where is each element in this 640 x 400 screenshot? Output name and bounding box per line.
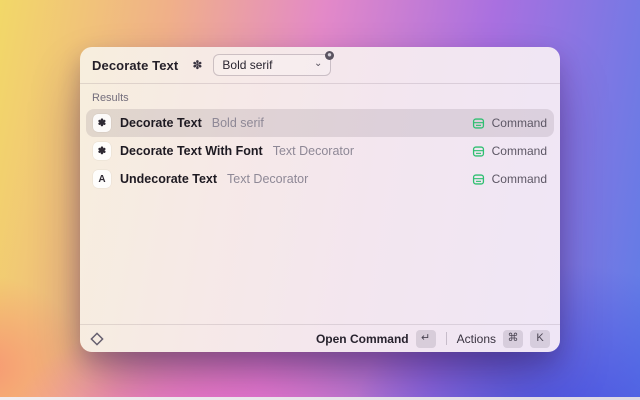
result-title: Decorate Text With Font: [120, 144, 263, 158]
result-accessory: Command: [472, 116, 547, 130]
text-decorator-extension-icon: ✽: [93, 114, 111, 132]
command-type-icon: [472, 173, 484, 185]
return-key-icon: ↵: [415, 329, 436, 348]
open-command-button[interactable]: Open Command: [316, 332, 409, 346]
command-key-icon: ⌘: [503, 329, 523, 348]
command-type-icon: [472, 117, 484, 129]
results-section-label: Results: [92, 92, 129, 104]
info-badge-icon: [325, 51, 335, 60]
text-decorator-extension-icon: ✽: [192, 58, 203, 72]
result-subtitle: Text Decorator: [272, 144, 354, 158]
actions-button[interactable]: Actions: [457, 332, 496, 346]
window-footer: Open Command ↵ Actions ⌘ K: [80, 324, 560, 352]
text-decorator-extension-icon: ✽: [93, 142, 111, 160]
result-accessory: Command: [472, 172, 547, 186]
command-type-icon: [472, 145, 484, 157]
result-row-undecorate-text[interactable]: A Undecorate Text Text Decorator Command: [86, 165, 554, 193]
window-header: Decorate Text ✽ Bold serif ⌄: [80, 47, 560, 84]
k-key-icon: K: [530, 329, 550, 348]
result-accessory: Command: [472, 144, 547, 158]
results-list: Results ✽ Decorate Text Bold serif Comma…: [80, 84, 560, 324]
result-row-decorate-text[interactable]: ✽ Decorate Text Bold serif Command: [86, 109, 554, 137]
result-subtitle: Text Decorator: [227, 172, 309, 186]
footer-divider: [445, 332, 447, 345]
launcher-window: Decorate Text ✽ Bold serif ⌄ Results ✽ D…: [80, 47, 560, 352]
raycast-diamond-icon: [90, 331, 104, 346]
style-dropdown[interactable]: Bold serif ⌄: [213, 51, 335, 76]
accessory-label: Command: [491, 172, 547, 186]
result-title: Decorate Text: [120, 116, 202, 130]
result-subtitle: Bold serif: [211, 116, 264, 130]
result-title: Undecorate Text: [120, 172, 218, 186]
result-row-decorate-text-with-font[interactable]: ✽ Decorate Text With Font Text Decorator…: [86, 137, 554, 165]
accessory-label: Command: [491, 116, 547, 130]
footer-actions: Open Command ↵ Actions ⌘ K: [316, 329, 550, 348]
chevron-down-icon: ⌄: [314, 57, 323, 69]
command-title: Decorate Text: [92, 57, 179, 73]
letter-a-icon: A: [93, 170, 111, 188]
accessory-label: Command: [491, 144, 547, 158]
style-dropdown-value: Bold serif: [222, 58, 273, 72]
